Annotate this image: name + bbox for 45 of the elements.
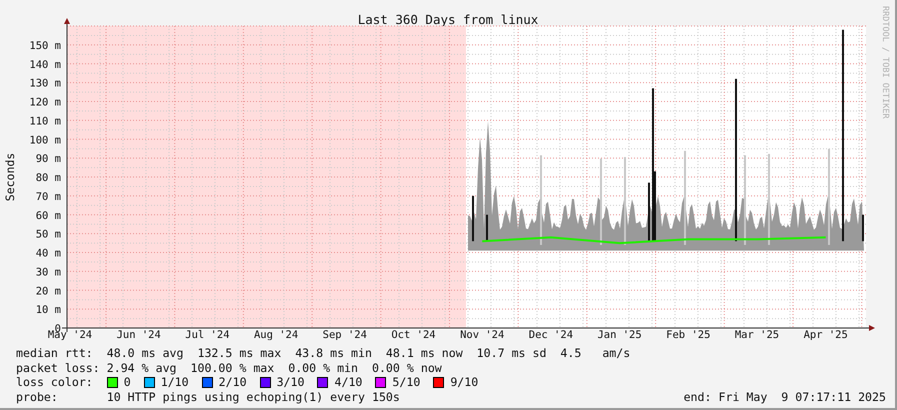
- y-tick-label: 100 m: [29, 134, 61, 146]
- y-tick-label: 150 m: [29, 40, 61, 52]
- x-tick-label: Sep '24: [322, 329, 367, 340]
- y-tick-label: 10 m: [36, 304, 61, 316]
- legend-value: 2.94 % avg 100.00 % max 0.00 % min 0.00 % now: [106, 360, 442, 375]
- y-tick-label: 20 m: [36, 285, 61, 298]
- y-tick-label: 120 m: [29, 96, 61, 108]
- y-tick-label: 30 m: [36, 266, 61, 278]
- x-tick-label: Feb '25: [666, 329, 710, 340]
- end-time: end: Fri May 9 07:17:11 2025: [684, 390, 886, 404]
- x-tick-label: Jun '24: [116, 329, 161, 340]
- legend-label: probe:: [16, 390, 59, 404]
- x-tick-label: Apr '25: [804, 329, 848, 340]
- legend-label: loss color:: [16, 375, 94, 390]
- swatch-label: 1/10: [160, 375, 189, 390]
- x-tick-label: Oct '24: [391, 329, 436, 340]
- x-tick-label: Jan '25: [597, 329, 642, 340]
- x-tick-label: Jul '24: [185, 329, 230, 340]
- legend-label: packet loss:: [16, 360, 101, 375]
- swatch-label: 2/10: [218, 375, 247, 390]
- swatch-label: 9/10: [450, 375, 478, 390]
- swatch-label: 0: [124, 375, 131, 390]
- y-tick-label: 80 m: [36, 172, 61, 184]
- y-tick-label: 70 m: [36, 190, 61, 203]
- y-tick-label: 90 m: [36, 153, 61, 166]
- y-tick-label: 140 m: [29, 58, 61, 71]
- x-tick-label: Nov '24: [460, 329, 504, 340]
- x-tick-label: Dec '24: [528, 329, 574, 340]
- x-tick-label: Aug '24: [254, 329, 298, 340]
- swatch-label: 5/10: [392, 375, 420, 390]
- legend-value: 48.0 ms avg 132.5 ms max 43.8 ms min 48.1 ms now 10.7 ms sd 4.5 am/s: [106, 346, 630, 360]
- x-tick-label: Mar '25: [734, 329, 780, 340]
- credit-text: RRDTOOL / TOBI OETIKER: [880, 6, 890, 119]
- legend-label: median rtt:: [16, 346, 94, 360]
- swatch-label: 3/10: [276, 375, 304, 390]
- legend-value: 10 HTTP pings using echoping(1) every 150s: [106, 390, 400, 404]
- y-tick-label: 50 m: [36, 228, 61, 241]
- y-tick-label: 60 m: [36, 210, 61, 222]
- y-tick-label: 110 m: [29, 115, 61, 128]
- axis-title: Seconds: [3, 152, 17, 202]
- y-tick-label: 130 m: [29, 78, 61, 90]
- x-tick-label: May '24: [48, 329, 92, 340]
- chart-title: Last 360 Days from linux: [358, 12, 538, 27]
- swatch-label: 4/10: [334, 375, 362, 390]
- y-tick-label: 40 m: [36, 248, 61, 260]
